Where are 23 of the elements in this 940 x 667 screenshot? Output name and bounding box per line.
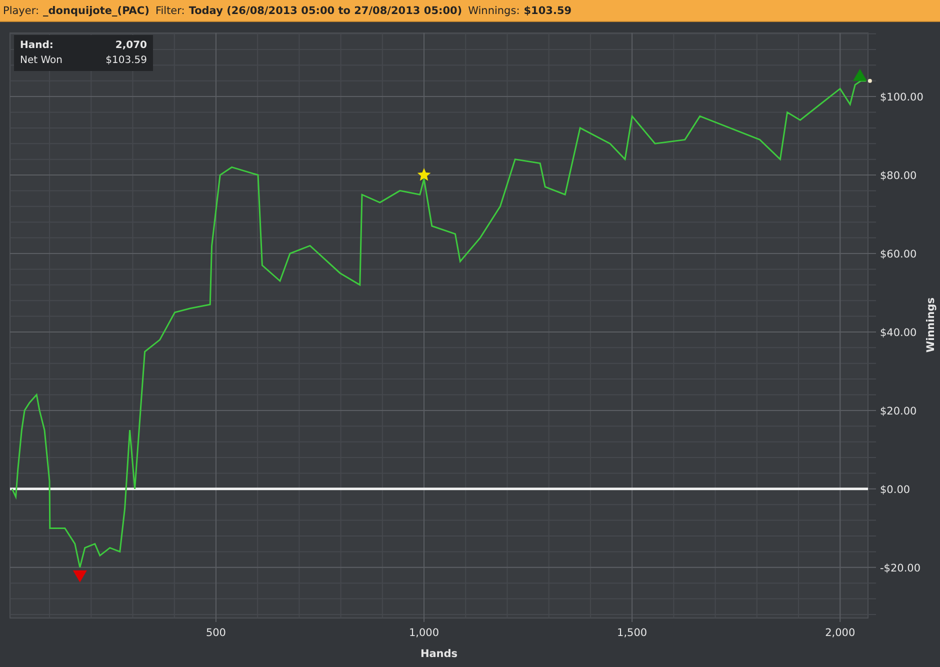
x-axis-label: 1,000 [409, 627, 440, 639]
info-value: $103.59 [106, 54, 147, 68]
x-axis-label: 2,000 [825, 627, 856, 639]
info-value: 2,070 [115, 39, 147, 53]
y-axis-label: $100.00 [880, 92, 924, 104]
y-axis-label: $60.00 [880, 248, 917, 260]
info-label: Net Won [20, 54, 62, 68]
y-axis-label: $20.00 [880, 405, 917, 418]
x-axis-label: 1,500 [617, 627, 648, 639]
header-value: $103.59 [524, 4, 572, 16]
y-axis-title: Winnings [925, 298, 937, 352]
x-axis-label: 500 [206, 627, 226, 639]
y-axis-label: $40.00 [880, 326, 917, 339]
header-label: Filter: [155, 4, 185, 16]
y-axis-label: $0.00 [880, 484, 910, 496]
header-value: Today (26/08/2013 05:00 to 27/08/2013 05:00) [188, 4, 462, 16]
header-label: Player: [3, 4, 40, 16]
header-label: Winnings: [468, 4, 520, 16]
header-value: _donquijote_(PAC) [43, 4, 150, 16]
info-label: Hand: [20, 39, 54, 53]
x-axis-title: Hands [420, 648, 458, 660]
y-axis-label: -$20.00 [880, 562, 921, 574]
y-axis-label: $80.00 [880, 170, 917, 182]
